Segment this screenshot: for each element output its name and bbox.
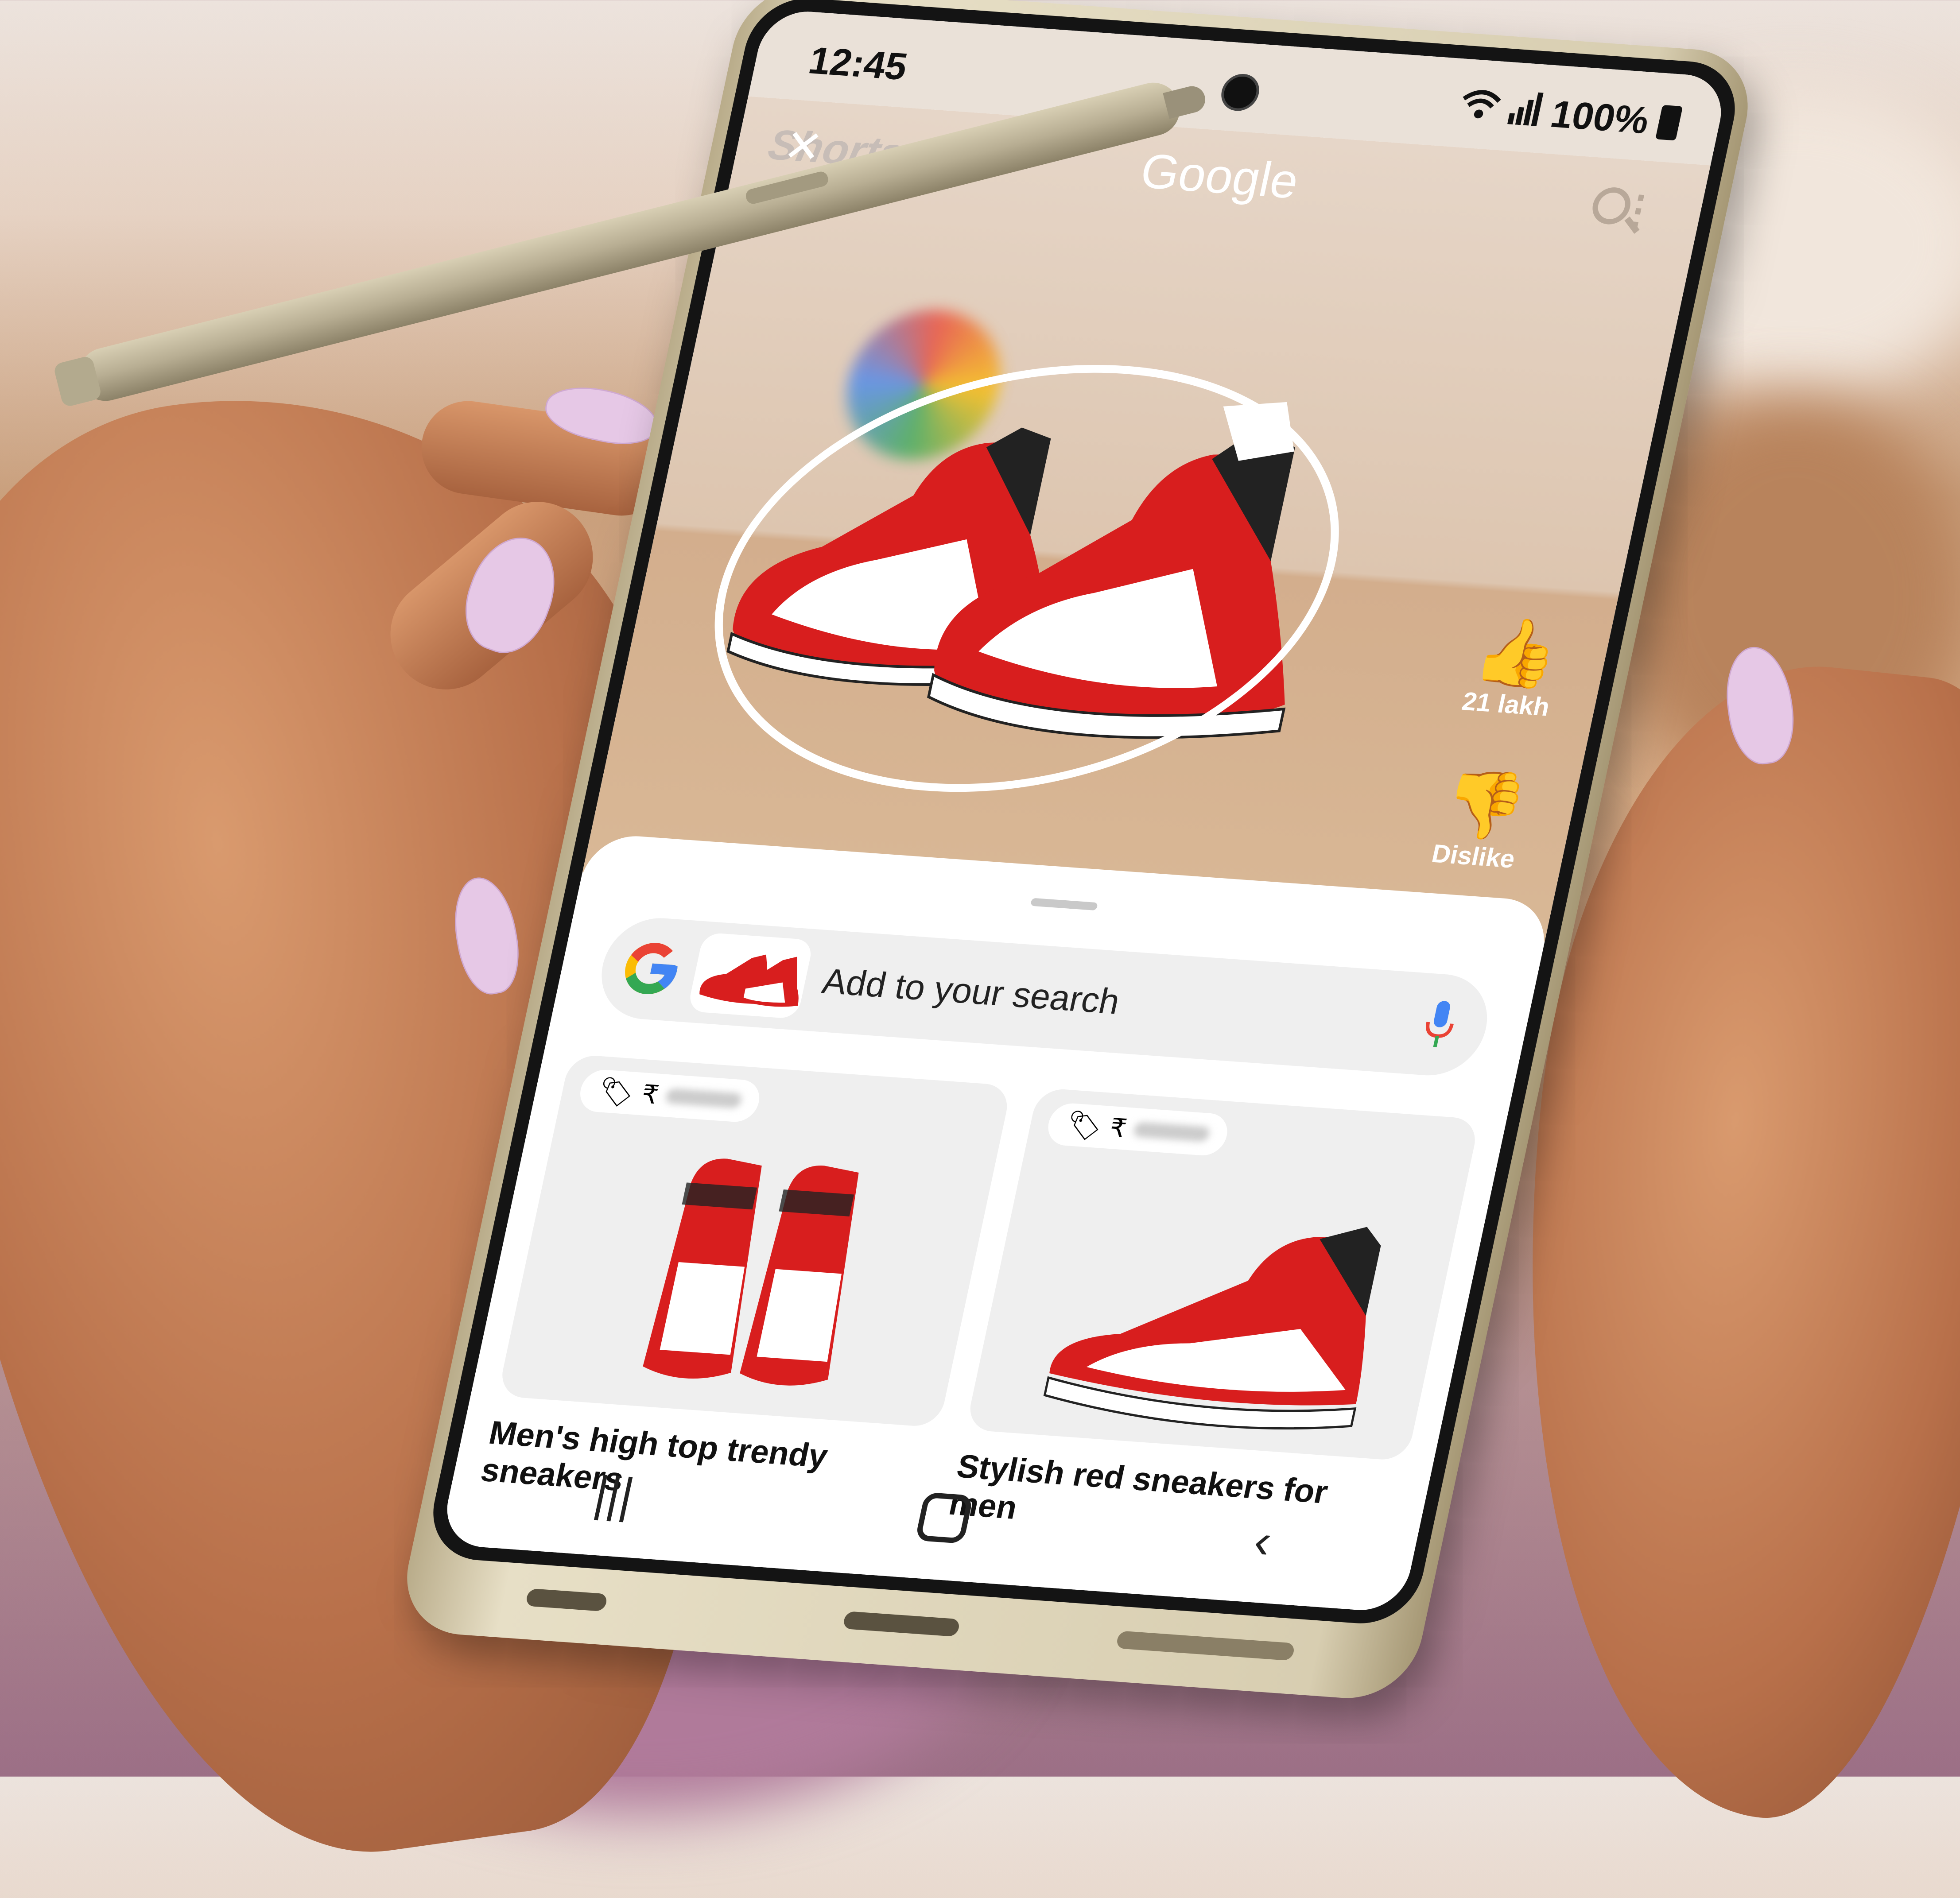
status-time: 12:45 [805,39,911,89]
result-card-image[interactable]: 🏷 ₹ [965,1087,1480,1461]
back-icon[interactable]: ‹ [1249,1512,1277,1569]
sheet-drag-handle[interactable] [1030,898,1098,911]
side-actions: 👍 21 lakh 👎 Dislike [1413,612,1581,875]
status-icons: 100% [1455,85,1684,146]
search-placeholder: Add to your search [819,961,1123,1022]
s-pen-slot [1115,1631,1296,1661]
recent-apps-icon[interactable]: ||| [590,1465,639,1523]
currency-symbol: ₹ [1107,1113,1129,1143]
price-tag-icon: 🏷 [595,1074,638,1109]
speaker-grille [525,1588,608,1612]
price-tag-icon: 🏷 [1063,1108,1106,1143]
result-card-image[interactable]: 🏷 ₹ [497,1054,1012,1428]
search-bar[interactable]: Add to your search [592,914,1497,1079]
front-camera [1218,73,1263,112]
battery-percentage: 100% [1547,93,1653,142]
price-value-blurred [1133,1121,1211,1142]
google-g-icon [614,936,689,1002]
thumbs-up-icon[interactable]: 👍 [1453,612,1581,692]
battery-icon [1655,105,1683,140]
search-results-sheet: Add to your search 🏷 ₹ Men's high top tr… [439,833,1553,1613]
thumbs-down-icon[interactable]: 👎 [1420,765,1549,844]
search-image-thumbnail[interactable] [687,932,814,1019]
microphone-icon[interactable] [1419,1000,1460,1050]
currency-symbol: ₹ [639,1080,662,1110]
price-value-blurred [664,1088,743,1109]
signal-icon [1506,89,1546,136]
wifi-icon [1455,85,1504,132]
home-icon[interactable] [914,1492,974,1544]
stylus-end-cap [53,355,103,408]
usb-port [842,1611,961,1637]
